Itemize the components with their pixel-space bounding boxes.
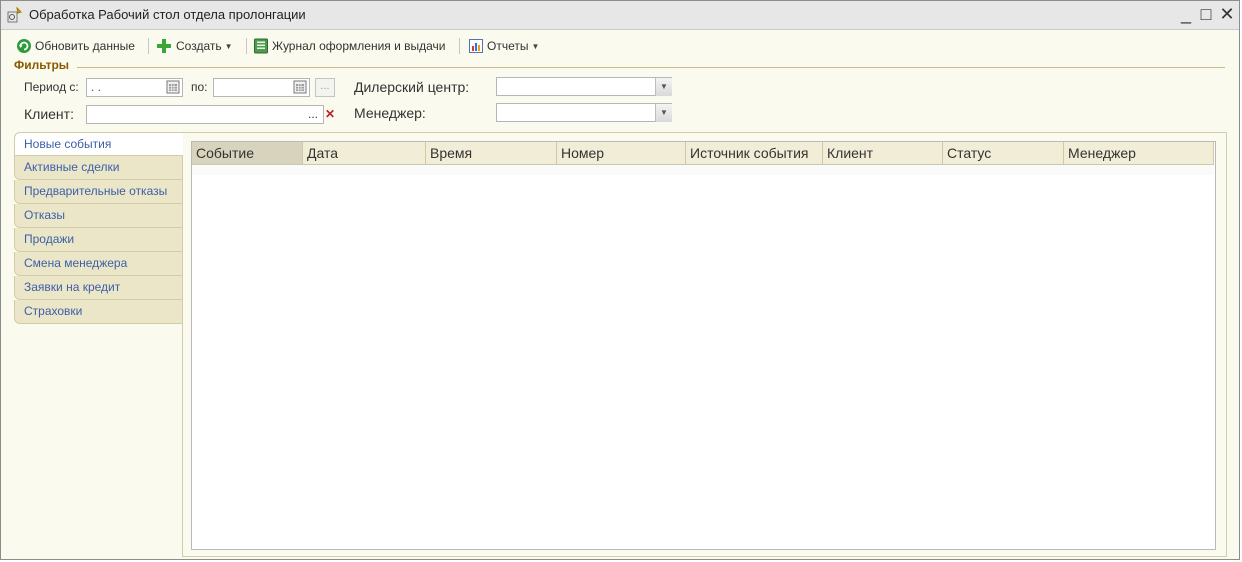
window-title: Обработка Рабочий стол отдела пролонгаци… xyxy=(29,7,306,22)
column-header-time[interactable]: Время xyxy=(426,142,557,164)
column-header-date[interactable]: Дата xyxy=(303,142,426,164)
filters-divider xyxy=(77,67,1225,68)
calendar-icon[interactable] xyxy=(165,79,181,95)
main-window: Обработка Рабочий стол отдела пролонгаци… xyxy=(0,0,1240,560)
processing-form-icon xyxy=(7,7,22,23)
period-to-label: по: xyxy=(191,80,208,94)
column-header-number[interactable]: Номер xyxy=(557,142,686,164)
close-button[interactable]: ✕ xyxy=(1216,3,1238,25)
minimize-button[interactable]: _ xyxy=(1175,3,1197,25)
manager-select[interactable] xyxy=(496,103,672,122)
title-bar: Обработка Рабочий стол отдела пролонгаци… xyxy=(1,1,1239,30)
tab-refusals[interactable]: Отказы xyxy=(14,204,183,228)
tab-credit-applications[interactable]: Заявки на кредит xyxy=(14,276,183,300)
refresh-label: Обновить данные xyxy=(35,39,135,53)
table-body xyxy=(192,165,1214,175)
reports-button[interactable]: Отчеты ▼ xyxy=(468,36,539,56)
period-select-button[interactable]: ... xyxy=(315,78,335,97)
chevron-down-icon[interactable]: ▼ xyxy=(655,78,672,96)
tab-sales[interactable]: Продажи xyxy=(14,228,183,252)
create-button[interactable]: Создать ▼ xyxy=(155,36,233,56)
tab-insurance[interactable]: Страховки xyxy=(14,300,183,324)
column-header-event[interactable]: Событие xyxy=(192,142,303,164)
plus-icon xyxy=(157,39,171,53)
manager-label: Менеджер: xyxy=(354,105,426,121)
events-table[interactable]: Событие Дата Время Номер Источник событи… xyxy=(191,141,1216,550)
tab-active-deals[interactable]: Активные сделки xyxy=(14,156,183,180)
filters-group-title: Фильтры xyxy=(14,58,72,72)
maximize-button[interactable]: □ xyxy=(1195,3,1217,25)
dealer-center-label: Дилерский центр: xyxy=(354,79,470,95)
chevron-down-icon[interactable]: ▼ xyxy=(655,104,672,122)
client-field[interactable] xyxy=(86,105,324,124)
reports-label: Отчеты xyxy=(487,39,529,53)
toolbar-separator xyxy=(148,38,149,54)
period-from-label: Период с: xyxy=(24,80,79,94)
create-label: Создать xyxy=(176,39,222,53)
report-icon xyxy=(469,39,483,53)
table-header: Событие Дата Время Номер Источник событи… xyxy=(192,142,1214,165)
tab-manager-change[interactable]: Смена менеджера xyxy=(14,252,183,276)
refresh-icon xyxy=(17,39,31,53)
clear-icon[interactable]: ✕ xyxy=(325,107,335,121)
column-header-event-source[interactable]: Источник события xyxy=(686,142,823,164)
chevron-down-icon: ▼ xyxy=(531,41,540,51)
refresh-button[interactable]: Обновить данные xyxy=(16,36,135,56)
calendar-icon[interactable] xyxy=(292,79,308,95)
tab-new-events[interactable]: Новые события xyxy=(14,132,183,156)
journal-icon xyxy=(254,38,268,54)
column-header-client[interactable]: Клиент xyxy=(823,142,943,164)
toolbar: Обновить данные Создать ▼ Журнал оформле… xyxy=(1,33,1239,59)
journal-label: Журнал оформления и выдачи xyxy=(272,39,446,53)
toolbar-separator xyxy=(246,38,247,54)
column-header-status[interactable]: Статус xyxy=(943,142,1064,164)
client-select-button[interactable]: ... xyxy=(308,107,318,121)
toolbar-separator xyxy=(459,38,460,54)
journal-button[interactable]: Журнал оформления и выдачи xyxy=(253,36,446,56)
tab-preliminary-refusals[interactable]: Предварительные отказы xyxy=(14,180,183,204)
dealer-center-select[interactable] xyxy=(496,77,672,96)
vertical-tabs: Новые события Активные сделки Предварите… xyxy=(14,132,183,324)
chevron-down-icon: ▼ xyxy=(224,41,233,51)
column-header-manager[interactable]: Менеджер xyxy=(1064,142,1214,164)
client-label: Клиент: xyxy=(24,106,74,122)
